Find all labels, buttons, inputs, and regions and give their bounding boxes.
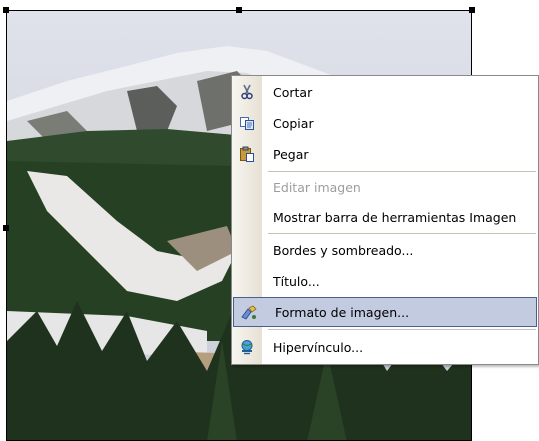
resize-handle-top-right[interactable] bbox=[469, 7, 475, 13]
menu-item-label: Editar imagen bbox=[273, 179, 361, 195]
context-menu: Cortar Copiar Pegar Editar imagen Mostra… bbox=[231, 75, 539, 365]
menu-item-hyperlink[interactable]: Hipervínculo... bbox=[232, 332, 538, 362]
menu-item-edit-picture: Editar imagen bbox=[232, 172, 538, 202]
menu-separator bbox=[268, 329, 536, 330]
menu-item-label: Formato de imagen... bbox=[275, 304, 410, 320]
resize-handle-top-middle[interactable] bbox=[236, 7, 242, 13]
menu-item-show-picture-toolbar[interactable]: Mostrar barra de herramientas Imagen bbox=[232, 202, 538, 232]
menu-item-label: Hipervínculo... bbox=[273, 339, 364, 355]
menu-item-label: Bordes y sombreado... bbox=[273, 242, 414, 258]
menu-item-label: Mostrar barra de herramientas Imagen bbox=[273, 209, 517, 225]
menu-item-paste[interactable]: Pegar bbox=[232, 139, 538, 169]
menu-item-label: Cortar bbox=[273, 84, 313, 100]
paste-icon bbox=[237, 145, 257, 163]
scissors-icon bbox=[237, 83, 257, 101]
copy-icon bbox=[237, 114, 257, 132]
menu-item-label: Pegar bbox=[273, 146, 309, 162]
menu-item-cut[interactable]: Cortar bbox=[232, 77, 538, 107]
resize-handle-top-left[interactable] bbox=[3, 7, 9, 13]
resize-handle-middle-left[interactable] bbox=[3, 225, 9, 231]
menu-item-copy[interactable]: Copiar bbox=[232, 108, 538, 138]
menu-item-caption[interactable]: Título... bbox=[232, 266, 538, 296]
menu-item-label: Título... bbox=[273, 273, 320, 289]
format-picture-icon bbox=[239, 304, 259, 322]
menu-item-label: Copiar bbox=[273, 115, 314, 131]
menu-separator bbox=[268, 233, 536, 234]
hyperlink-icon bbox=[237, 338, 257, 356]
menu-item-format-picture[interactable]: Formato de imagen... bbox=[233, 297, 537, 327]
menu-item-borders-shading[interactable]: Bordes y sombreado... bbox=[232, 235, 538, 265]
